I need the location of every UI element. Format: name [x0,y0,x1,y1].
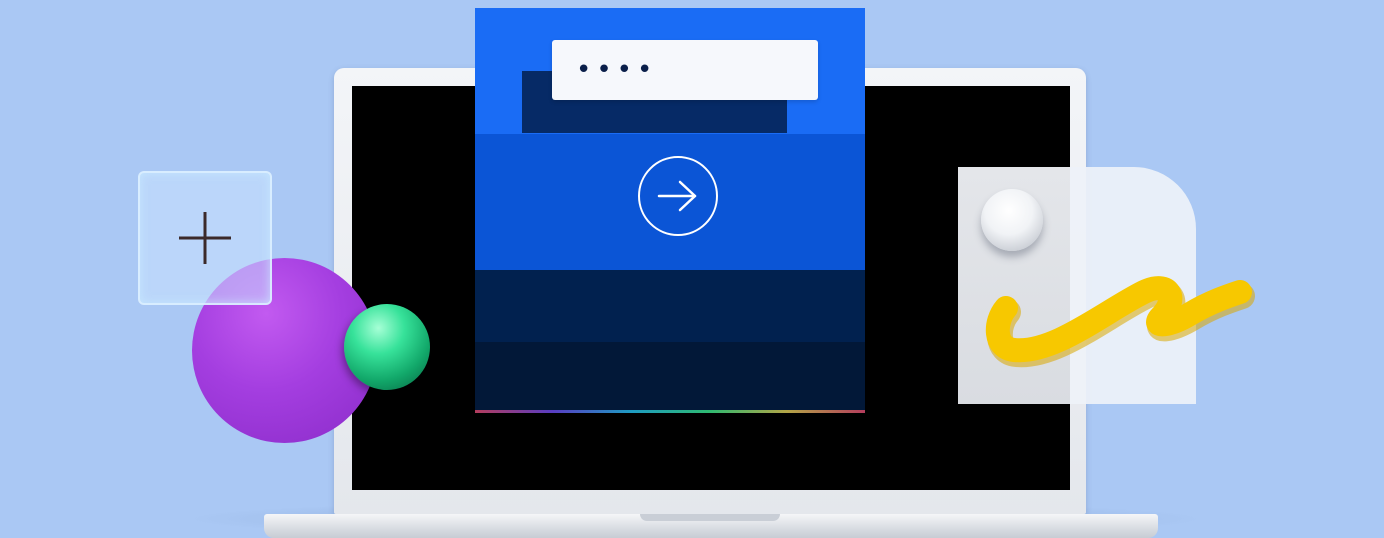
panel-dark-band [475,270,865,342]
laptop-notch [640,514,780,521]
password-mask: •••• [576,55,658,85]
knob-button[interactable] [981,189,1043,251]
arrow-right-icon [657,180,697,212]
plus-icon [179,212,231,264]
green-ball [344,304,430,390]
signature-squiggle-icon [985,276,1255,368]
panel-darker-band [475,342,865,413]
submit-arrow-button[interactable] [638,156,718,236]
add-card[interactable] [138,171,272,305]
login-panel: •••• [475,8,865,413]
panel-glow-line [475,410,865,413]
password-field[interactable]: •••• [552,40,818,100]
